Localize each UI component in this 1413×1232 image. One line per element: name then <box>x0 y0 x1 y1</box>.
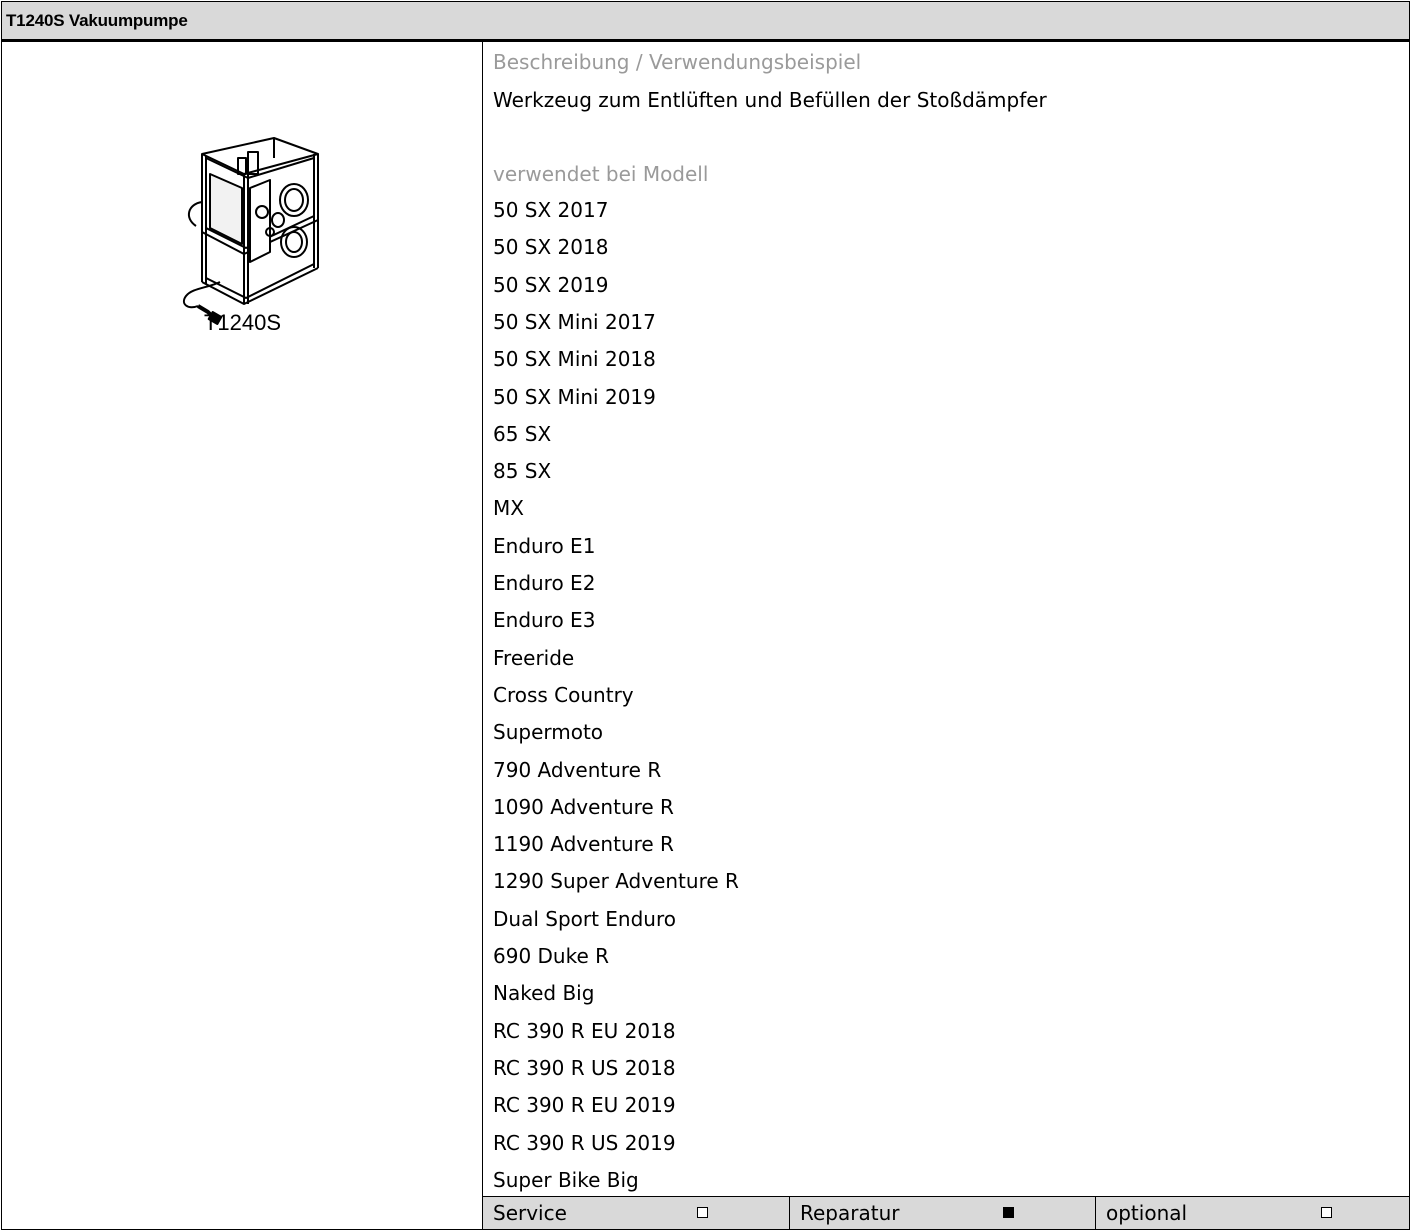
model-list-item: Enduro E2 <box>493 571 596 595</box>
model-list-item: 50 SX 2017 <box>493 198 609 222</box>
model-list-item: RC 390 R US 2019 <box>493 1131 676 1155</box>
model-list-item: 50 SX Mini 2018 <box>493 347 656 371</box>
model-list-item: Dual Sport Enduro <box>493 907 676 931</box>
model-list-item: 50 SX 2018 <box>493 235 609 259</box>
vacuum-pump-drawing-icon <box>182 137 319 325</box>
category-service: Service <box>483 1197 790 1229</box>
sheet-body: T1240S Beschreibung / Verwendungsbeispie… <box>2 42 1409 1229</box>
optional-checkbox-icon <box>1321 1207 1332 1218</box>
model-list-item: RC 390 R EU 2019 <box>493 1093 676 1117</box>
model-list-item: 790 Adventure R <box>493 758 662 782</box>
model-list-item: Supermoto <box>493 720 604 744</box>
model-list-item: RC 390 R US 2018 <box>493 1056 676 1080</box>
tool-sheet: T1240S Vakuumpumpe T1240S Beschreibung /… <box>1 1 1410 1230</box>
tool-image-column: T1240S <box>2 42 483 1229</box>
model-list-item: Enduro E3 <box>493 608 596 632</box>
models-label: verwendet bei Modell <box>493 162 709 186</box>
tool-caption: T1240S <box>203 310 282 335</box>
model-list-item: 690 Duke R <box>493 944 610 968</box>
sheet-header: T1240S Vakuumpumpe <box>2 2 1409 42</box>
model-list-item: Super Bike Big <box>493 1168 639 1192</box>
category-reparatur: Reparatur <box>790 1197 1096 1229</box>
category-optional-label: optional <box>1106 1201 1188 1225</box>
model-list-item: Enduro E1 <box>493 534 596 558</box>
model-list-item: Naked Big <box>493 981 595 1005</box>
description-label: Beschreibung / Verwendungsbeispiel <box>493 50 862 74</box>
model-list-item: 85 SX <box>493 459 552 483</box>
model-list-item: 50 SX Mini 2019 <box>493 385 656 409</box>
model-list-item: Freeride <box>493 646 575 670</box>
category-optional: optional <box>1096 1197 1409 1229</box>
model-list-item: RC 390 R EU 2018 <box>493 1019 676 1043</box>
sheet-title: T1240S Vakuumpumpe <box>6 10 188 30</box>
model-list-item: 1190 Adventure R <box>493 832 674 856</box>
model-list-item: 50 SX Mini 2017 <box>493 310 656 334</box>
category-footer: Service Reparatur optional <box>483 1196 1409 1229</box>
tool-details-column: Beschreibung / Verwendungsbeispiel Werkz… <box>483 42 1409 1229</box>
model-list-item: 1090 Adventure R <box>493 795 674 819</box>
model-list-item: Cross Country <box>493 683 634 707</box>
model-list-item: 1290 Super Adventure R <box>493 869 739 893</box>
description-text: Werkzeug zum Entlüften und Befüllen der … <box>493 88 1047 112</box>
model-list-item: 65 SX <box>493 422 552 446</box>
service-checkbox-icon <box>697 1207 708 1218</box>
model-list-item: MX <box>493 496 524 520</box>
model-list-item: 50 SX 2019 <box>493 273 609 297</box>
category-service-label: Service <box>493 1201 567 1225</box>
category-reparatur-label: Reparatur <box>800 1201 900 1225</box>
reparatur-checkbox-icon <box>1003 1207 1014 1218</box>
